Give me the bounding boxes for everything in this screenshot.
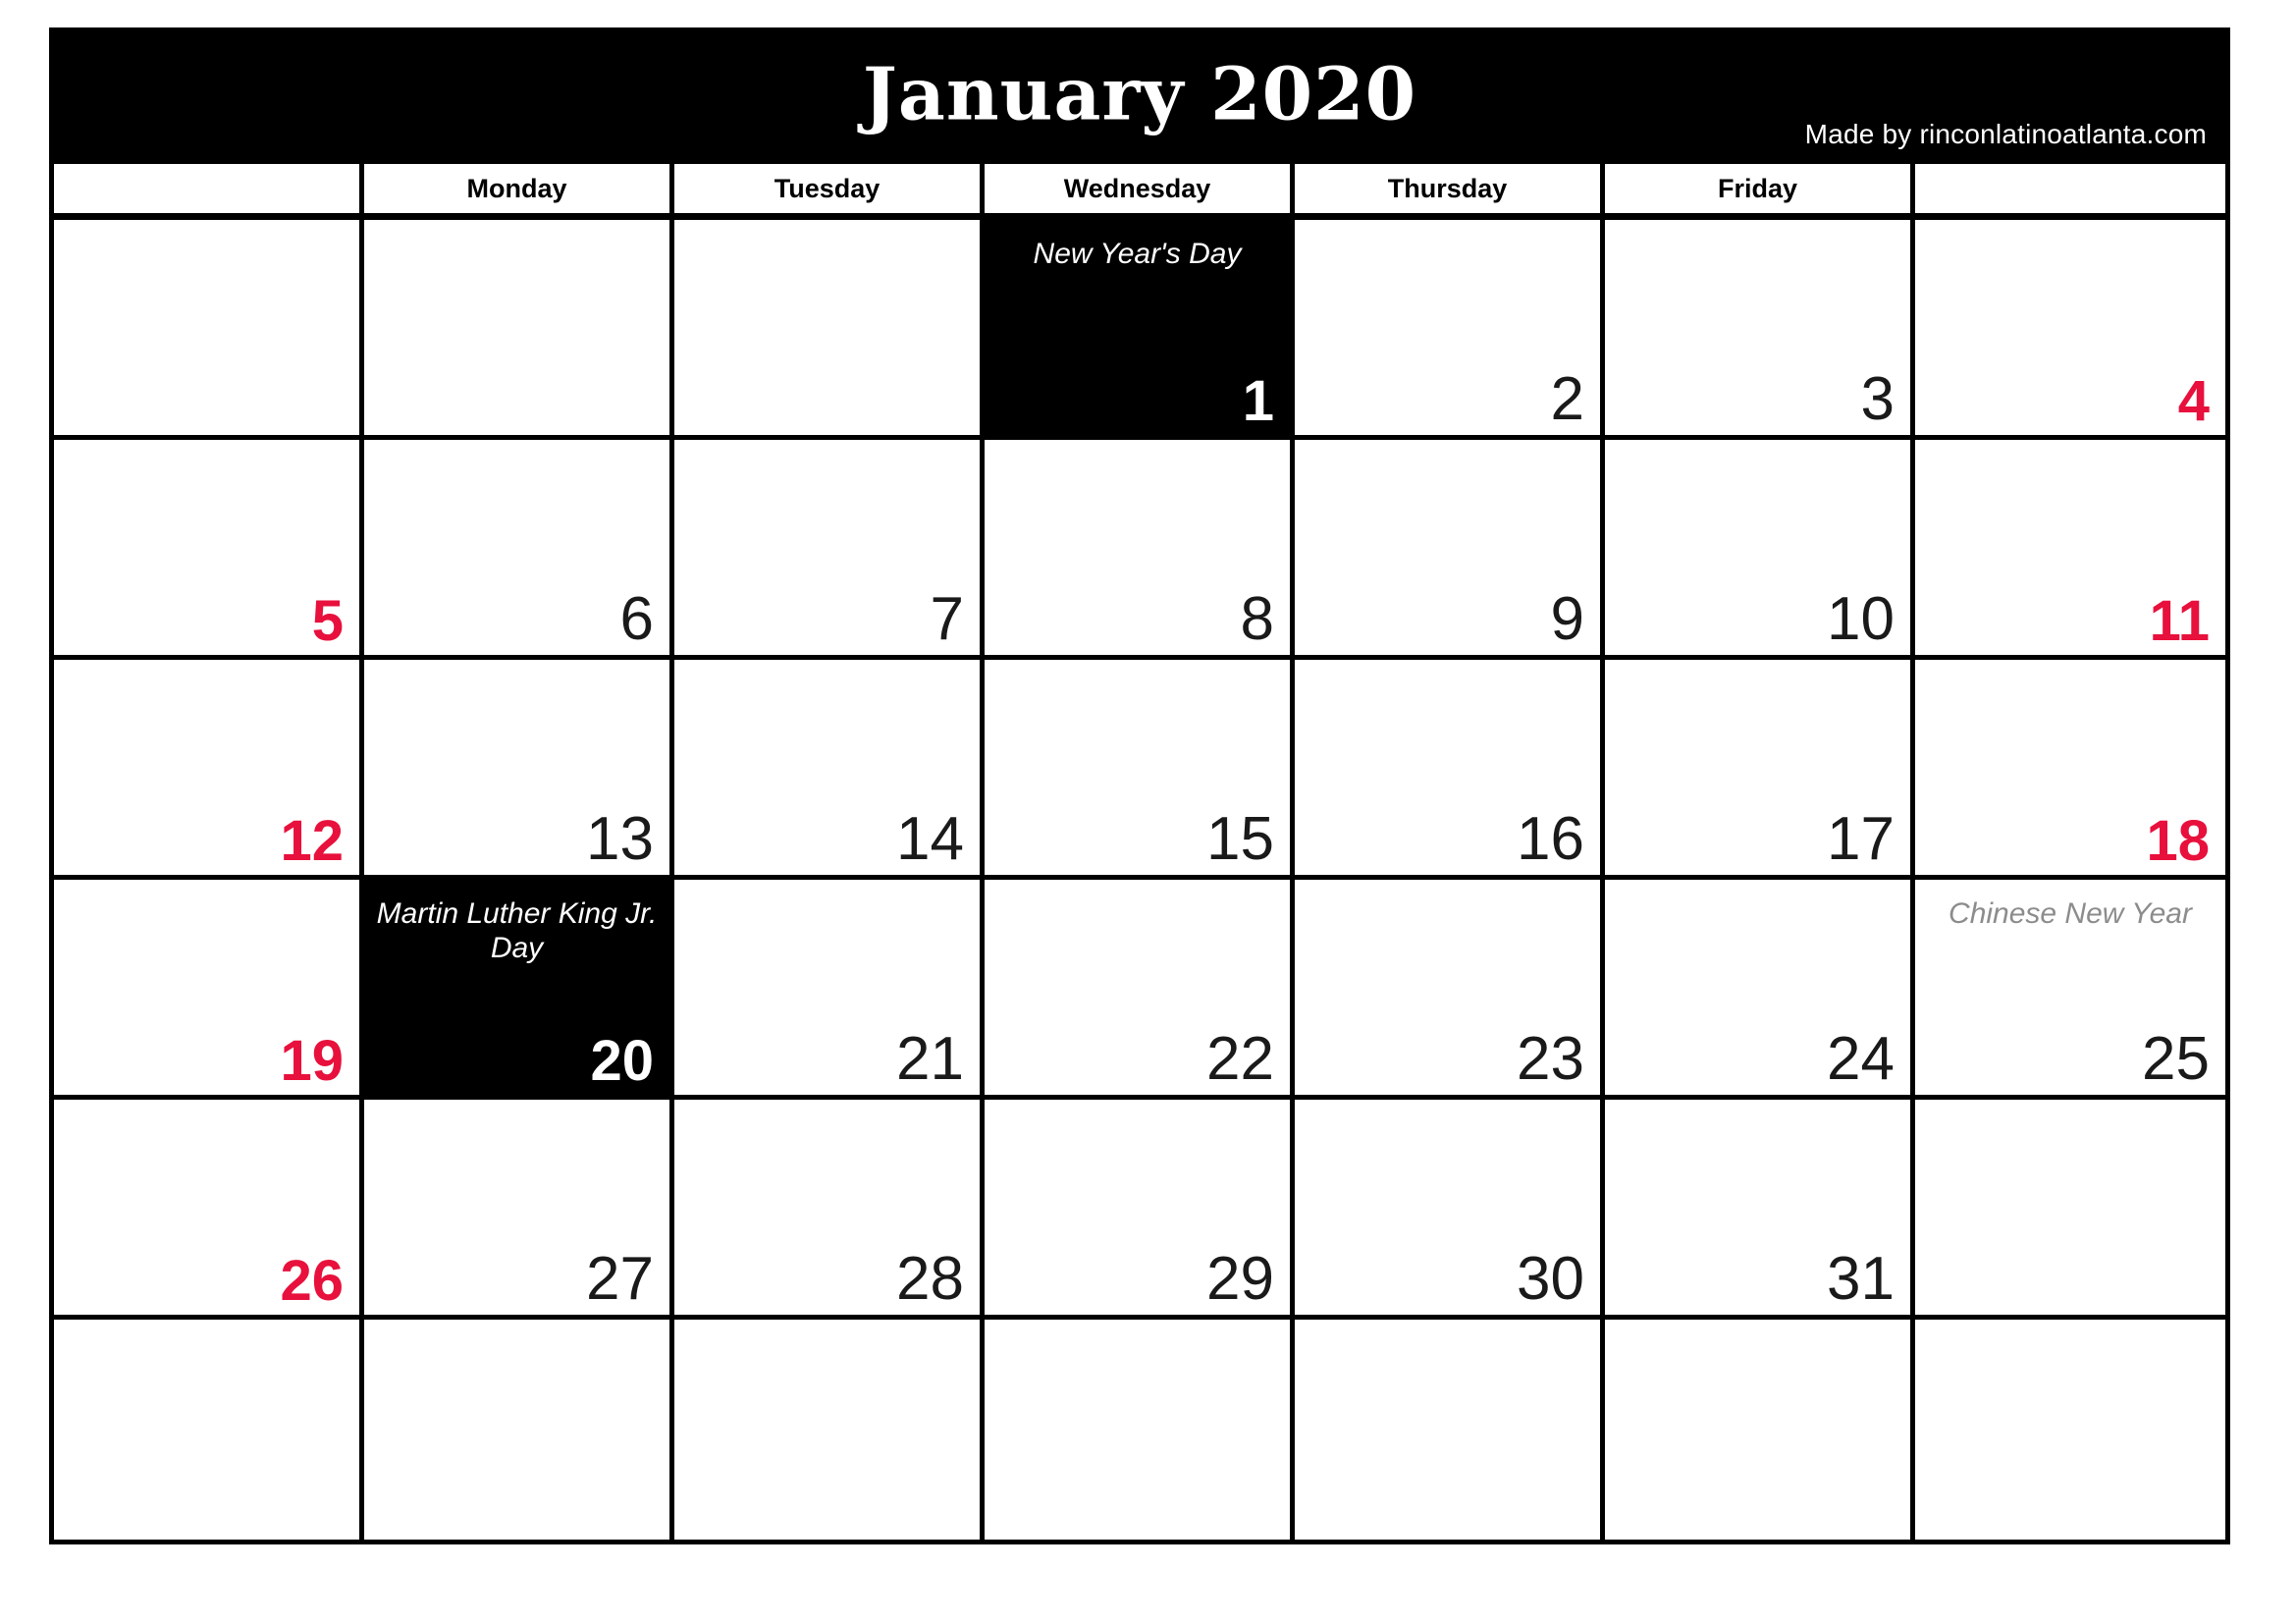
day-number: 8 <box>1240 585 1274 654</box>
day-cell-21[interactable]: 21 <box>674 880 985 1100</box>
day-cell-13[interactable]: 13 <box>364 660 674 880</box>
day-cell-16[interactable]: 16 <box>1295 660 1605 880</box>
weekday-header-blank <box>1915 164 2225 213</box>
day-number: 28 <box>896 1245 964 1314</box>
day-number: 27 <box>586 1245 654 1314</box>
day-cell-empty <box>1295 1320 1605 1540</box>
day-cell-24[interactable]: 24 <box>1605 880 1915 1100</box>
day-cell-empty <box>54 1320 364 1540</box>
day-number: 9 <box>1550 585 1584 654</box>
calendar-header: January 2020 Made by rinconlatinoatlanta… <box>49 27 2230 164</box>
day-number: 29 <box>1206 1245 1274 1314</box>
weekday-header-row: Monday Tuesday Wednesday Thursday Friday <box>49 164 2230 213</box>
day-cell-15[interactable]: 15 <box>985 660 1295 880</box>
day-cell-empty <box>674 220 985 440</box>
day-cell-27[interactable]: 27 <box>364 1100 674 1320</box>
day-cell-26[interactable]: 26 <box>54 1100 364 1320</box>
day-cell-4[interactable]: 4 <box>1915 220 2225 440</box>
day-number: 31 <box>1827 1245 1895 1314</box>
day-cell-10[interactable]: 10 <box>1605 440 1915 660</box>
day-number: 7 <box>930 585 964 654</box>
day-number: 1 <box>1242 369 1274 434</box>
day-number: 14 <box>896 805 964 874</box>
weekday-header-thursday: Thursday <box>1295 164 1605 213</box>
event-label: Chinese New Year <box>1949 897 2192 930</box>
day-cell-empty <box>985 1320 1295 1540</box>
day-cell-7[interactable]: 7 <box>674 440 985 660</box>
day-cell-empty <box>364 1320 674 1540</box>
day-cell-5[interactable]: 5 <box>54 440 364 660</box>
weekday-header-tuesday: Tuesday <box>674 164 985 213</box>
day-cell-3[interactable]: 3 <box>1605 220 1915 440</box>
day-number: 5 <box>311 589 344 654</box>
day-number: 2 <box>1550 365 1584 434</box>
day-number: 30 <box>1517 1245 1584 1314</box>
day-number: 19 <box>280 1029 344 1094</box>
day-number: 26 <box>280 1249 344 1314</box>
day-cell-14[interactable]: 14 <box>674 660 985 880</box>
day-cell-30[interactable]: 30 <box>1295 1100 1605 1320</box>
day-cell-19[interactable]: 19 <box>54 880 364 1100</box>
day-number: 20 <box>590 1029 654 1094</box>
day-cell-18[interactable]: 18 <box>1915 660 2225 880</box>
day-number: 11 <box>2149 589 2210 654</box>
event-label: Martin Luther King Jr. Day <box>376 897 658 964</box>
day-number: 4 <box>2177 369 2210 434</box>
day-grid: New Year's Day 1 2 3 4 5 6 7 8 9 10 11 12 13 14 15 16 17 1… <box>49 213 2230 1544</box>
day-number: 16 <box>1517 805 1584 874</box>
day-number: 22 <box>1206 1025 1274 1094</box>
credit-text: Made by rinconlatinoatlanta.com <box>1804 119 2207 149</box>
day-number: 21 <box>896 1025 964 1094</box>
day-cell-31[interactable]: 31 <box>1605 1100 1915 1320</box>
day-cell-29[interactable]: 29 <box>985 1100 1295 1320</box>
day-cell-empty <box>54 220 364 440</box>
day-number: 23 <box>1517 1025 1584 1094</box>
day-number: 12 <box>280 809 344 874</box>
day-cell-20[interactable]: Martin Luther King Jr. Day 20 <box>364 880 674 1100</box>
day-number: 15 <box>1206 805 1274 874</box>
day-cell-empty <box>1915 1100 2225 1320</box>
day-cell-empty <box>1915 1320 2225 1540</box>
calendar: January 2020 Made by rinconlatinoatlanta… <box>49 27 2230 1544</box>
weekday-header-monday: Monday <box>364 164 674 213</box>
day-cell-25[interactable]: Chinese New Year 25 <box>1915 880 2225 1100</box>
day-number: 6 <box>619 585 654 654</box>
day-number: 24 <box>1827 1025 1895 1094</box>
day-cell-11[interactable]: 11 <box>1915 440 2225 660</box>
day-cell-23[interactable]: 23 <box>1295 880 1605 1100</box>
day-cell-22[interactable]: 22 <box>985 880 1295 1100</box>
day-number: 17 <box>1827 805 1895 874</box>
day-cell-empty <box>674 1320 985 1540</box>
weekday-header-wednesday: Wednesday <box>985 164 1295 213</box>
day-number: 10 <box>1827 585 1895 654</box>
day-cell-6[interactable]: 6 <box>364 440 674 660</box>
day-cell-2[interactable]: 2 <box>1295 220 1605 440</box>
day-number: 18 <box>2146 809 2210 874</box>
day-number: 13 <box>586 805 654 874</box>
day-number: 3 <box>1860 365 1895 434</box>
day-cell-8[interactable]: 8 <box>985 440 1295 660</box>
weekday-header-blank <box>54 164 364 213</box>
event-label: New Year's Day <box>1033 238 1242 270</box>
day-cell-empty <box>364 220 674 440</box>
day-cell-empty <box>1605 1320 1915 1540</box>
weekday-header-friday: Friday <box>1605 164 1915 213</box>
day-cell-1[interactable]: New Year's Day 1 <box>985 220 1295 440</box>
day-cell-17[interactable]: 17 <box>1605 660 1915 880</box>
day-number: 25 <box>2142 1025 2210 1094</box>
day-cell-12[interactable]: 12 <box>54 660 364 880</box>
day-cell-9[interactable]: 9 <box>1295 440 1605 660</box>
day-cell-28[interactable]: 28 <box>674 1100 985 1320</box>
